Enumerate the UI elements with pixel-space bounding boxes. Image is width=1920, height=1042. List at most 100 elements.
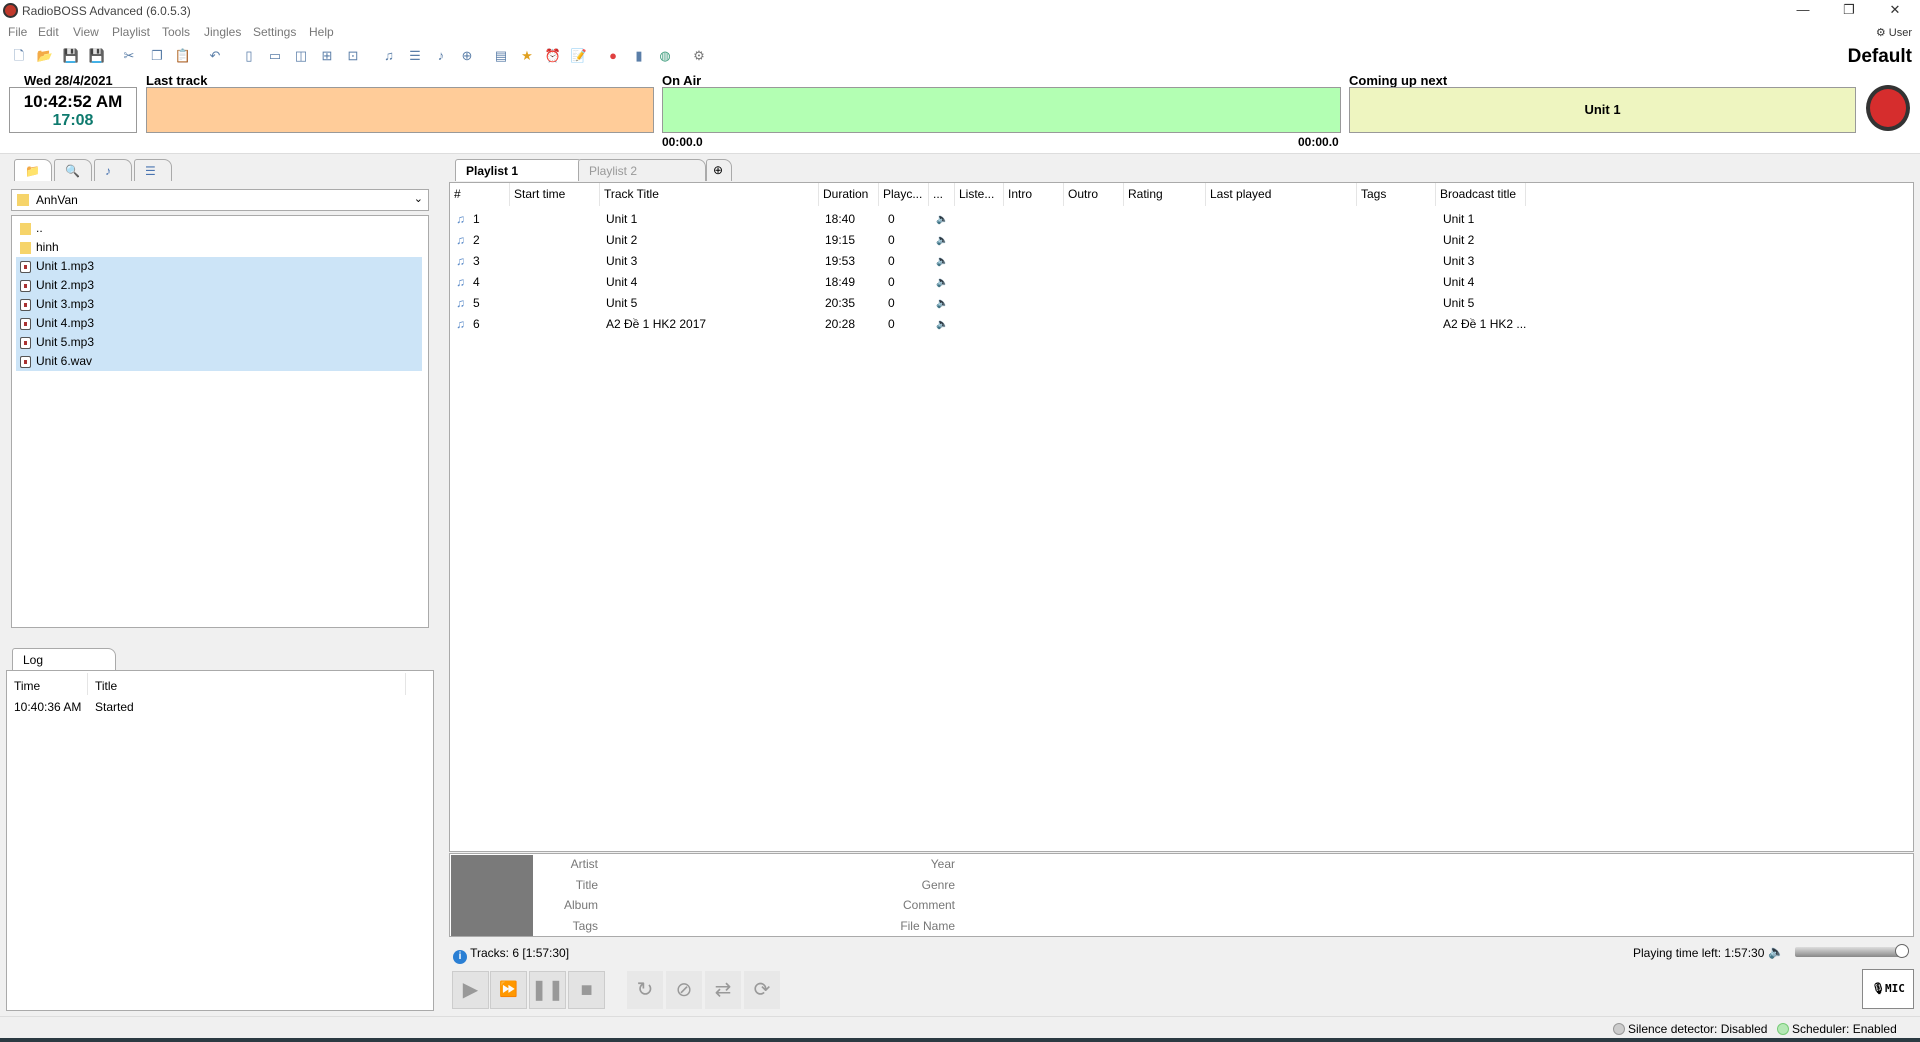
volume-slider[interactable]: [1795, 947, 1907, 957]
record-icon[interactable]: ●: [604, 47, 622, 65]
copy-icon[interactable]: ❐: [148, 47, 166, 65]
column-header[interactable]: Rating: [1124, 183, 1206, 206]
last-track-box[interactable]: [146, 87, 654, 133]
volume-thumb[interactable]: [1895, 944, 1909, 958]
repeat-button[interactable]: ⟳: [744, 971, 780, 1009]
table-row[interactable]: ♫ 2 Unit 2 19:15 0 🔈 Unit 2: [450, 230, 1913, 251]
shuffle-button[interactable]: ⇄: [705, 971, 741, 1009]
block-button[interactable]: ⊘: [666, 971, 702, 1009]
column-header[interactable]: Intro: [1004, 183, 1064, 206]
column-header[interactable]: Track Title: [600, 183, 819, 206]
silence-detector-status[interactable]: Silence detector: Disabled: [1610, 1019, 1767, 1039]
menu-edit[interactable]: Edit: [38, 25, 59, 39]
cut-icon[interactable]: ✂: [120, 47, 138, 65]
column-header[interactable]: Last played: [1206, 183, 1357, 206]
play-button[interactable]: ▶: [452, 971, 489, 1009]
menu-tools[interactable]: Tools: [162, 25, 190, 39]
layout-grid-icon[interactable]: ⊞: [318, 47, 336, 65]
speaker-icon[interactable]: 🔈: [936, 272, 948, 293]
restore-button[interactable]: ❐: [1834, 2, 1864, 18]
loop-button[interactable]: ↻: [627, 971, 663, 1009]
tab-log[interactable]: Log: [12, 648, 116, 670]
speaker-icon[interactable]: 🔈: [936, 314, 948, 335]
next-label: Coming up next: [1349, 73, 1448, 88]
playcount: 0: [888, 254, 895, 268]
column-header[interactable]: Liste...: [955, 183, 1004, 206]
column-header[interactable]: Start time: [510, 183, 600, 206]
track-title: Unit 5: [606, 296, 638, 310]
menu-view[interactable]: View: [73, 25, 99, 39]
layout-top-icon[interactable]: ▭: [266, 47, 284, 65]
save-icon[interactable]: 💾: [62, 47, 80, 65]
table-row[interactable]: ♫ 4 Unit 4 18:49 0 🔈 Unit 4: [450, 272, 1913, 293]
next-track-box[interactable]: Unit 1: [1349, 87, 1856, 133]
mic-button[interactable]: 🎙MIC: [1862, 969, 1914, 1009]
tab-library[interactable]: ♪: [94, 159, 132, 181]
save-as-icon[interactable]: 💾: [88, 47, 106, 65]
stop-button[interactable]: ■: [568, 971, 605, 1009]
column-header[interactable]: Broadcast title: [1436, 183, 1526, 206]
file-list-item[interactable]: Unit 2.mp3: [16, 276, 422, 295]
add-folder-icon[interactable]: ⊕: [458, 47, 476, 65]
volume-icon[interactable]: 🔈: [1768, 944, 1784, 960]
column-header[interactable]: #: [450, 183, 510, 206]
undo-icon[interactable]: ↶: [206, 47, 224, 65]
report-icon[interactable]: ▤: [492, 47, 510, 65]
layout-small-icon[interactable]: ⊡: [344, 47, 362, 65]
open-icon[interactable]: 📂: [36, 47, 54, 65]
add-playlist-button[interactable]: ⊕: [706, 159, 732, 181]
table-row[interactable]: ♫ 5 Unit 5 20:35 0 🔈 Unit 5: [450, 293, 1913, 314]
file-list-item[interactable]: Unit 6.wav: [16, 352, 422, 371]
file-list-item[interactable]: Unit 1.mp3: [16, 257, 422, 276]
column-header[interactable]: Outro: [1064, 183, 1124, 206]
tab-playlists[interactable]: ☰: [134, 159, 172, 181]
column-header[interactable]: Duration: [819, 183, 879, 206]
table-row[interactable]: ♫ 1 Unit 1 18:40 0 🔈 Unit 1: [450, 209, 1913, 230]
tab-search[interactable]: 🔍: [54, 159, 92, 181]
paste-icon[interactable]: 📋: [174, 47, 192, 65]
add-music-icon[interactable]: ♪: [432, 47, 450, 65]
file-list-item[interactable]: Unit 3.mp3: [16, 295, 422, 314]
layout-two-icon[interactable]: ◫: [292, 47, 310, 65]
speaker-icon[interactable]: 🔈: [936, 251, 948, 272]
column-header[interactable]: ...: [929, 183, 955, 206]
globe-icon[interactable]: ◍: [656, 47, 674, 65]
pause-button[interactable]: ❚❚: [529, 971, 566, 1009]
file-list-item[interactable]: Unit 5.mp3: [16, 333, 422, 352]
next-button[interactable]: ⏩: [490, 971, 527, 1009]
minimize-button[interactable]: —: [1788, 2, 1818, 17]
menu-jingles[interactable]: Jingles: [204, 25, 241, 39]
table-row[interactable]: ♫ 3 Unit 3 19:53 0 🔈 Unit 3: [450, 251, 1913, 272]
scheduler-icon[interactable]: ⏰: [544, 47, 562, 65]
file-list-item[interactable]: hinh: [16, 238, 422, 257]
user-button[interactable]: ⚙ User: [1876, 26, 1912, 39]
add-list-icon[interactable]: ☰: [406, 47, 424, 65]
speaker-icon[interactable]: 🔈: [936, 209, 948, 230]
tab-playlist-1[interactable]: Playlist 1: [455, 159, 585, 181]
mic-label: MIC: [1885, 982, 1905, 995]
tab-playlist-2[interactable]: Playlist 2: [578, 159, 706, 181]
column-header[interactable]: Playc...: [879, 183, 929, 206]
menu-playlist[interactable]: Playlist: [112, 25, 150, 39]
column-header[interactable]: Tags: [1357, 183, 1436, 206]
scheduler-status[interactable]: Scheduler: Enabled: [1774, 1019, 1897, 1039]
add-track-icon[interactable]: ♫: [380, 47, 398, 65]
menu-file[interactable]: File: [8, 25, 27, 39]
folder-select[interactable]: AnhVan ⌄: [11, 189, 429, 211]
menu-settings[interactable]: Settings: [253, 25, 296, 39]
settings-icon[interactable]: ⚙: [690, 47, 708, 65]
new-icon[interactable]: 🗋: [10, 47, 28, 65]
menu-help[interactable]: Help: [309, 25, 334, 39]
on-air-box[interactable]: [662, 87, 1341, 133]
stats-icon[interactable]: ▮: [630, 47, 648, 65]
speaker-icon[interactable]: 🔈: [936, 230, 948, 251]
table-row[interactable]: ♫ 6 A2 Đề 1 HK2 2017 20:28 0 🔈 A2 Đề 1 HK2 ...: [450, 314, 1913, 335]
file-list-item[interactable]: Unit 4.mp3: [16, 314, 422, 333]
layout-left-icon[interactable]: ▯: [240, 47, 258, 65]
tab-folders[interactable]: 📁: [14, 159, 52, 181]
file-list-item[interactable]: ..: [16, 219, 422, 238]
close-button[interactable]: ✕: [1880, 2, 1910, 18]
clipboard-icon[interactable]: 📝: [570, 47, 588, 65]
jingle-icon[interactable]: ★: [518, 47, 536, 65]
speaker-icon[interactable]: 🔈: [936, 293, 948, 314]
